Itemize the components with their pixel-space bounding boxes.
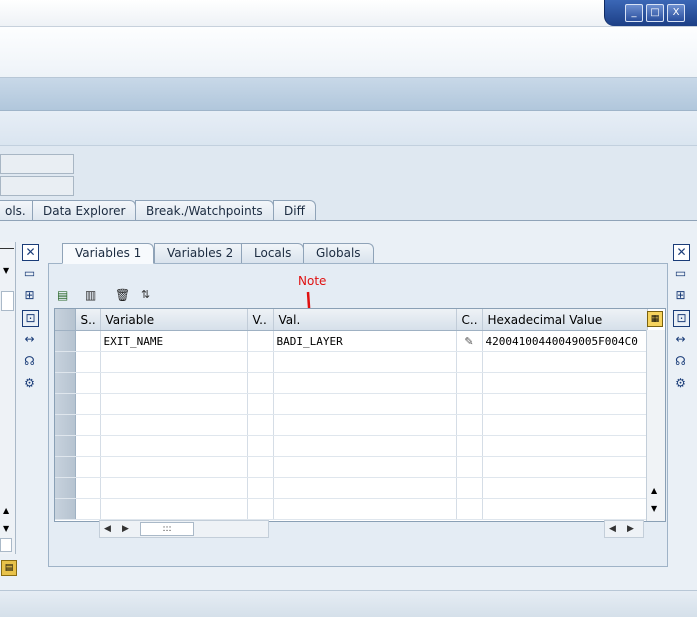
col-header-variable[interactable]: Variable xyxy=(100,309,248,331)
horizontal-scrollbar-right[interactable]: ◀ ▶ xyxy=(604,520,644,538)
table-new-icon[interactable]: ▥ xyxy=(85,288,99,302)
row-selector[interactable] xyxy=(55,351,76,373)
table-insert-icon[interactable]: ▤ xyxy=(57,288,71,302)
table-row xyxy=(55,414,648,436)
input-field-1[interactable] xyxy=(0,154,74,174)
vertical-scrollbar[interactable]: ▲ ▼ xyxy=(646,330,665,521)
scroll-thumb[interactable]: ::: xyxy=(140,522,194,536)
minimize-button[interactable]: _ xyxy=(625,4,643,22)
new-icon[interactable]: ▭ xyxy=(22,266,37,281)
select-all-cell[interactable] xyxy=(55,309,76,331)
fullscreen-icon[interactable]: ⊡ xyxy=(22,310,39,327)
settings-icon[interactable]: ⚙ xyxy=(673,376,688,391)
application-toolbar xyxy=(0,78,697,111)
col-header-s[interactable]: S.. xyxy=(75,309,101,331)
scroll-down-icon[interactable]: ▼ xyxy=(3,524,9,533)
col-header-hex-value[interactable]: Hexadecimal Value xyxy=(482,309,648,331)
tab-diff[interactable]: Diff xyxy=(273,200,316,221)
table-row xyxy=(55,498,648,520)
left-panel-edge: ▼ ▲ ▼ xyxy=(0,242,16,554)
tab-variables-2[interactable]: Variables 2 xyxy=(154,243,247,263)
pencil-icon[interactable]: ✎ xyxy=(464,335,473,348)
status-bar xyxy=(0,590,697,617)
value-cell[interactable]: BADI_LAYER xyxy=(273,330,457,352)
tab-break-watchpoints[interactable]: Break./Watchpoints xyxy=(135,200,274,221)
folder-icon[interactable]: ▤ xyxy=(1,560,17,576)
scroll-right-icon[interactable]: ▶ xyxy=(122,521,129,537)
table-row xyxy=(55,393,648,415)
close-icon[interactable]: ✕ xyxy=(673,244,690,261)
col-header-v[interactable]: V.. xyxy=(247,309,274,331)
window-controls: _ □ X xyxy=(604,0,697,26)
resize-icon[interactable]: ↔ xyxy=(673,332,688,347)
scroll-down-icon[interactable]: ▼ xyxy=(651,504,657,513)
menu-band xyxy=(0,27,697,78)
table-row xyxy=(55,351,648,373)
row-selector[interactable] xyxy=(55,414,76,436)
restore-button[interactable]: □ xyxy=(646,4,664,22)
fullscreen-icon[interactable]: ⊡ xyxy=(673,310,690,327)
input-field-2[interactable] xyxy=(0,176,74,196)
scroll-right-icon[interactable]: ▶ xyxy=(627,521,634,537)
col-header-value[interactable]: Val. xyxy=(273,309,457,331)
horizontal-scrollbar-left[interactable]: ◀ ▶ ::: xyxy=(99,520,269,538)
hex-value-cell: 42004100440049005F004C0 xyxy=(482,330,648,352)
variables-grid: S.. Variable V.. Val. C.. Hexadecimal Va… xyxy=(54,308,666,522)
headset-icon[interactable]: ☊ xyxy=(673,354,688,369)
row-selector[interactable] xyxy=(55,330,76,352)
resize-icon[interactable]: ↔ xyxy=(22,332,37,347)
screen-title-band xyxy=(0,111,697,146)
table-row xyxy=(55,435,648,457)
row-selector[interactable] xyxy=(55,372,76,394)
close-icon[interactable]: ✕ xyxy=(22,244,39,261)
tree-icon[interactable]: ⊞ xyxy=(673,288,688,303)
row-selector[interactable] xyxy=(55,456,76,478)
chevron-down-icon[interactable]: ▼ xyxy=(3,266,9,275)
col-header-c[interactable]: C.. xyxy=(456,309,483,331)
scroll-up-icon[interactable]: ▲ xyxy=(3,506,9,515)
note-annotation: Note xyxy=(298,274,327,288)
scroll-left-icon[interactable]: ◀ xyxy=(609,521,616,537)
settings-icon[interactable]: ⚙ xyxy=(22,376,37,391)
table-header-row: S.. Variable V.. Val. C.. Hexadecimal Va… xyxy=(55,309,648,331)
tab-globals[interactable]: Globals xyxy=(303,243,374,263)
variable-cell[interactable]: EXIT_NAME xyxy=(100,330,248,352)
tree-icon[interactable]: ⊞ xyxy=(22,288,37,303)
scroll-thumb[interactable] xyxy=(1,291,14,311)
table-row xyxy=(55,456,648,478)
tab-variables-1[interactable]: Variables 1 xyxy=(62,243,155,264)
delete-icon[interactable]: 🗑 xyxy=(115,288,130,302)
new-icon[interactable]: ▭ xyxy=(673,266,688,281)
table-row xyxy=(55,477,648,499)
row-selector[interactable] xyxy=(55,435,76,457)
close-window-button[interactable]: X xyxy=(667,4,685,22)
scroll-up-icon[interactable]: ▲ xyxy=(651,486,657,495)
table-row: EXIT_NAME BADI_LAYER ✎ 42004100440049005… xyxy=(55,330,648,352)
row-selector[interactable] xyxy=(55,498,76,520)
variables-table: S.. Variable V.. Val. C.. Hexadecimal Va… xyxy=(55,309,648,520)
scroll-left-icon[interactable]: ◀ xyxy=(104,521,111,537)
headset-icon[interactable]: ☊ xyxy=(22,354,37,369)
sort-icon[interactable]: ⇅ xyxy=(141,287,159,303)
tab-locals[interactable]: Locals xyxy=(241,243,305,263)
table-row xyxy=(55,372,648,394)
row-selector[interactable] xyxy=(55,477,76,499)
grid-layout-icon[interactable]: ▦ xyxy=(647,311,663,327)
tab-data-explorer[interactable]: Data Explorer xyxy=(32,200,137,221)
title-bar xyxy=(0,0,697,27)
row-selector[interactable] xyxy=(55,393,76,415)
